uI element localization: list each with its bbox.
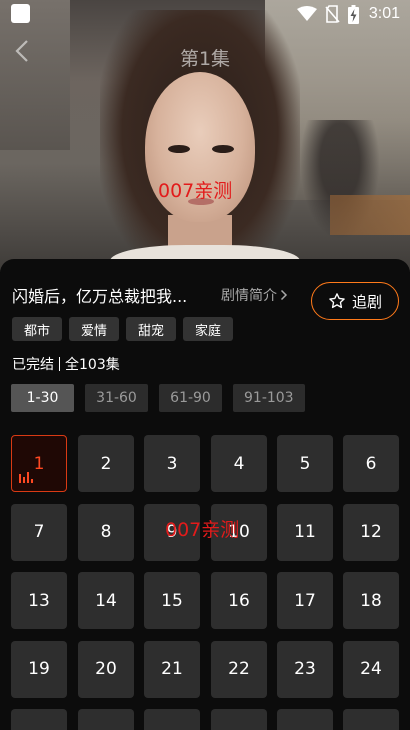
episode-number: 19 [28,659,50,679]
episode-number: 17 [294,590,316,611]
episode-count: 全103集 [65,357,120,373]
episode-button[interactable]: 7 [11,503,67,561]
episode-button[interactable]: 23 [277,640,333,698]
intro-label: 剧情简介 [221,288,277,304]
episode-number: 11 [294,522,316,542]
episode-button[interactable]: 15 [144,572,200,629]
episode-number: 15 [161,590,183,611]
divider [59,357,60,371]
episode-button[interactable]: 5 [277,435,333,492]
status-time: 3:01 [368,5,400,22]
status-bar: 3:01 [0,0,410,28]
no-sim-icon [325,5,340,23]
episode-number: 6 [365,453,377,474]
episode-button[interactable]: 18 [343,572,399,629]
episode-number: 8 [100,522,112,542]
episode-button[interactable]: 6 [343,435,399,492]
follow-label: 追剧 [351,292,382,311]
genre-tag[interactable]: 家庭 [183,317,234,341]
episode-button[interactable]: 20 [78,640,134,698]
episode-number: 4 [233,453,245,474]
actress-eye [168,145,190,153]
battery-charging-icon [347,4,359,24]
grid-watermark: 007亲测 [165,519,240,541]
status-icons: 3:01 [296,4,400,24]
episode-number: 5 [299,453,311,474]
app-notification-icon [11,4,30,23]
wifi-icon [296,6,317,21]
genre-tag[interactable]: 甜宠 [126,317,177,341]
episode-button[interactable]: 16 [211,572,267,629]
drama-title: 闪婚后，亿万总裁把我... [12,287,188,306]
video-player[interactable]: 3:01 第1集 007亲测 [0,0,410,272]
episode-number: 16 [228,590,250,611]
episode-number: 21 [161,659,183,679]
genre-tags: 都市 爱情 甜宠 家庭 [12,317,234,341]
episode-button[interactable]: 11 [277,503,333,561]
episode-number: 3 [166,453,178,474]
episode-button[interactable]: 29 [277,709,333,730]
episode-number: 24 [360,659,382,679]
episode-range-tabs: 1-30 31-60 61-90 91-103 [11,384,305,412]
genre-tag[interactable]: 都市 [12,317,63,341]
episode-number: 1 [33,453,45,474]
episode-button[interactable]: 4 [211,435,267,492]
range-tab[interactable]: 91-103 [233,384,305,412]
episode-number: 23 [294,659,316,679]
episode-button[interactable]: 26 [78,709,134,730]
episode-button[interactable]: 8 [78,503,134,561]
episode-button[interactable]: 24 [343,640,399,698]
episode-number: 12 [360,522,382,542]
chevron-right-icon [280,289,288,301]
episode-button[interactable]: 30 [343,709,399,730]
series-status: 已完结 全103集 [12,354,120,374]
episode-button[interactable]: 14 [78,572,134,629]
episode-number: 22 [228,659,250,679]
episode-number: 18 [360,590,382,611]
episode-button[interactable]: 19 [11,640,67,698]
episode-button[interactable]: 3 [144,435,200,492]
actress-eye [212,145,234,153]
episode-number: 20 [95,659,117,679]
episode-button[interactable]: 27 [144,709,200,730]
episode-number: 7 [33,522,45,542]
episode-button[interactable]: 12 [343,503,399,561]
episode-panel: 闪婚后，亿万总裁把我... 剧情简介 追剧 都市 爱情 甜宠 家庭 已完结 全1… [0,259,410,730]
video-watermark: 007亲测 [158,180,233,202]
episode-button[interactable]: 13 [11,572,67,629]
episode-number: 13 [28,590,50,611]
episode-button-current[interactable]: 1 [11,435,67,492]
background-shelf [330,195,410,235]
episode-number: 2 [100,453,112,474]
range-tab[interactable]: 61-90 [159,384,222,412]
episode-button[interactable]: 21 [144,640,200,698]
completion-status: 已完结 [12,357,54,373]
episode-number: 14 [95,590,117,611]
genre-tag[interactable]: 爱情 [69,317,120,341]
intro-link[interactable]: 剧情简介 [221,285,288,305]
episode-button[interactable]: 25 [11,709,67,730]
range-tab[interactable]: 1-30 [11,384,74,412]
follow-button[interactable]: 追剧 [311,282,399,320]
equalizer-icon [19,472,33,483]
range-tab[interactable]: 31-60 [85,384,148,412]
episode-title: 第1集 [179,48,231,70]
episode-button[interactable]: 17 [277,572,333,629]
episode-button[interactable]: 22 [211,640,267,698]
episode-button[interactable]: 2 [78,435,134,492]
star-icon [329,293,345,309]
episode-button[interactable]: 28 [211,709,267,730]
